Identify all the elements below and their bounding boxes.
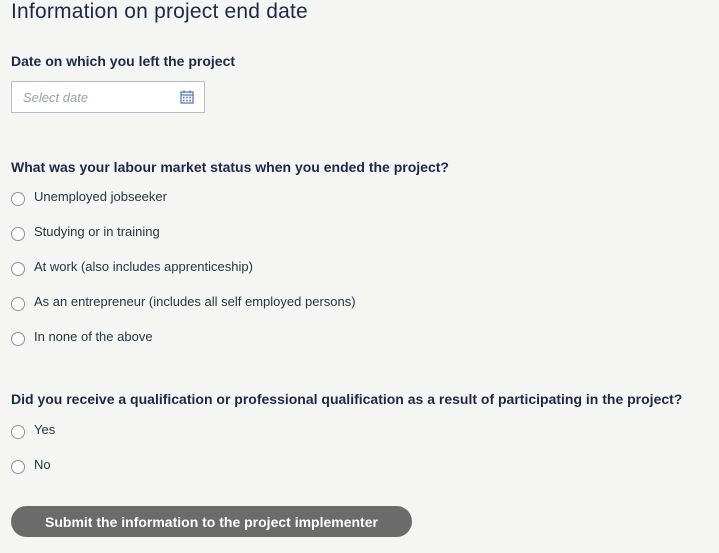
project-end-form: Information on project end date Date on … <box>11 0 719 553</box>
calendar-icon[interactable] <box>180 90 194 104</box>
date-input[interactable]: Select date <box>11 81 205 113</box>
date-label: Date on which you left the project <box>11 53 236 69</box>
page-title: Information on project end date <box>11 0 308 23</box>
qualification-option-label: No <box>34 457 51 472</box>
status-option-label: At work (also includes apprenticeship) <box>34 259 253 274</box>
radio-button[interactable] <box>11 425 25 439</box>
date-placeholder: Select date <box>23 90 89 105</box>
radio-button[interactable] <box>11 460 25 474</box>
radio-button[interactable] <box>11 227 25 241</box>
radio-button[interactable] <box>11 332 25 346</box>
status-option-label: Studying or in training <box>34 224 160 239</box>
qualification-question: Did you receive a qualification or profe… <box>11 391 683 407</box>
submit-button[interactable]: Submit the information to the project im… <box>11 506 412 537</box>
radio-button[interactable] <box>11 192 25 206</box>
radio-button[interactable] <box>11 297 25 311</box>
status-option-label: As an entrepreneur (includes all self em… <box>34 294 356 309</box>
radio-button[interactable] <box>11 262 25 276</box>
status-option-label: Unemployed jobseeker <box>34 189 167 204</box>
status-option-label: In none of the above <box>34 329 153 344</box>
qualification-option-label: Yes <box>34 422 56 437</box>
status-question: What was your labour market status when … <box>11 159 449 175</box>
